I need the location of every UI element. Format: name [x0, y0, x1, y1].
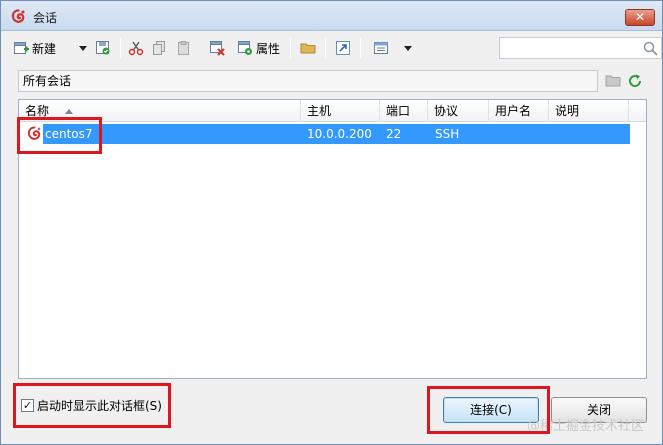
session-list[interactable]: 名称 主机 端口 协议 用户名 说明 centos7 10.0.0.200 22…	[18, 99, 647, 379]
column-header-user[interactable]: 用户名	[489, 100, 549, 122]
refresh-icon	[627, 74, 643, 92]
column-header-label: 名称	[25, 104, 50, 118]
view-button[interactable]	[373, 37, 389, 59]
folder-icon	[605, 75, 621, 90]
cell-port: 22	[386, 127, 402, 141]
show-on-startup-label: 启动时显示此对话框(S)	[37, 399, 162, 413]
properties-icon	[237, 40, 253, 56]
toolbar-separator	[360, 38, 361, 58]
folder-icon	[300, 40, 316, 56]
column-header-label: 端口	[386, 104, 411, 118]
cell-session-name: centos7	[45, 127, 93, 141]
properties-button[interactable]: 属性	[237, 37, 280, 59]
title-bar: 会话 ✕	[1, 1, 662, 31]
folder-path-bar: 所有会话	[18, 70, 598, 92]
copy-icon	[151, 40, 167, 56]
refresh-button[interactable]	[627, 73, 643, 92]
show-on-startup-option[interactable]: ✓ 启动时显示此对话框(S)	[21, 397, 162, 414]
save-icon	[95, 40, 111, 56]
search-icon	[643, 41, 658, 59]
session-icon	[27, 126, 42, 144]
new-folder-button[interactable]	[605, 73, 621, 90]
delete-button[interactable]	[209, 37, 225, 59]
new-session-icon	[13, 40, 29, 56]
window-title: 会话	[33, 11, 58, 25]
dropdown-arrow-icon	[79, 44, 87, 52]
table-row[interactable]: centos7 10.0.0.200 22 SSH	[21, 124, 630, 144]
delete-icon	[209, 40, 225, 56]
cell-protocol: SSH	[435, 127, 460, 141]
view-dropdown[interactable]	[404, 37, 412, 59]
window-close-button[interactable]: ✕	[625, 9, 655, 26]
column-header-label: 协议	[434, 104, 459, 118]
paste-icon	[175, 40, 191, 56]
new-session-label: 新建	[32, 41, 57, 56]
save-session-button[interactable]	[95, 37, 111, 59]
copy-button[interactable]	[151, 37, 167, 59]
cell-host: 10.0.0.200	[307, 127, 372, 141]
column-header-note[interactable]: 说明	[549, 100, 629, 122]
toolbar: 新建 属性	[11, 35, 662, 63]
checkmark-icon: ✓	[22, 399, 33, 412]
column-header-protocol[interactable]: 协议	[428, 100, 489, 122]
column-header-name[interactable]: 名称	[19, 100, 301, 122]
toolbar-separator	[325, 38, 326, 58]
sessions-dialog: 会话 ✕ 新建 属性 所有会话 名称 主机 端口 协议 用户名 说明 cento…	[0, 0, 663, 445]
shortcut-button[interactable]	[335, 37, 351, 59]
search-input[interactable]	[499, 37, 662, 59]
folder-path-text: 所有会话	[23, 74, 72, 88]
open-folder-button[interactable]	[300, 37, 316, 59]
sort-ascending-icon	[65, 109, 73, 114]
column-header-label: 用户名	[495, 104, 532, 118]
column-header-label: 主机	[307, 104, 332, 118]
toolbar-separator	[120, 38, 121, 58]
shortcut-icon	[335, 40, 351, 56]
paste-button[interactable]	[175, 37, 191, 59]
xshell-logo-icon	[11, 9, 25, 23]
close-icon: ✕	[634, 10, 646, 24]
column-header-port[interactable]: 端口	[380, 100, 428, 122]
cut-button[interactable]	[128, 37, 144, 59]
toolbar-separator	[290, 38, 291, 58]
list-view-icon	[373, 40, 389, 56]
show-on-startup-checkbox[interactable]: ✓	[21, 399, 34, 412]
list-header: 名称 主机 端口 协议 用户名 说明	[19, 100, 646, 122]
column-header-label: 说明	[555, 104, 580, 118]
watermark: @稀土掘金技术社区	[527, 419, 645, 434]
connect-button-label: 连接(C)	[470, 403, 512, 417]
column-header-host[interactable]: 主机	[301, 100, 380, 122]
new-session-button[interactable]: 新建	[13, 37, 56, 59]
dropdown-arrow-icon	[404, 44, 412, 52]
scissors-icon	[128, 40, 144, 56]
new-session-dropdown[interactable]	[79, 37, 87, 59]
connect-button[interactable]: 连接(C)	[443, 397, 539, 423]
properties-label: 属性	[256, 41, 281, 56]
